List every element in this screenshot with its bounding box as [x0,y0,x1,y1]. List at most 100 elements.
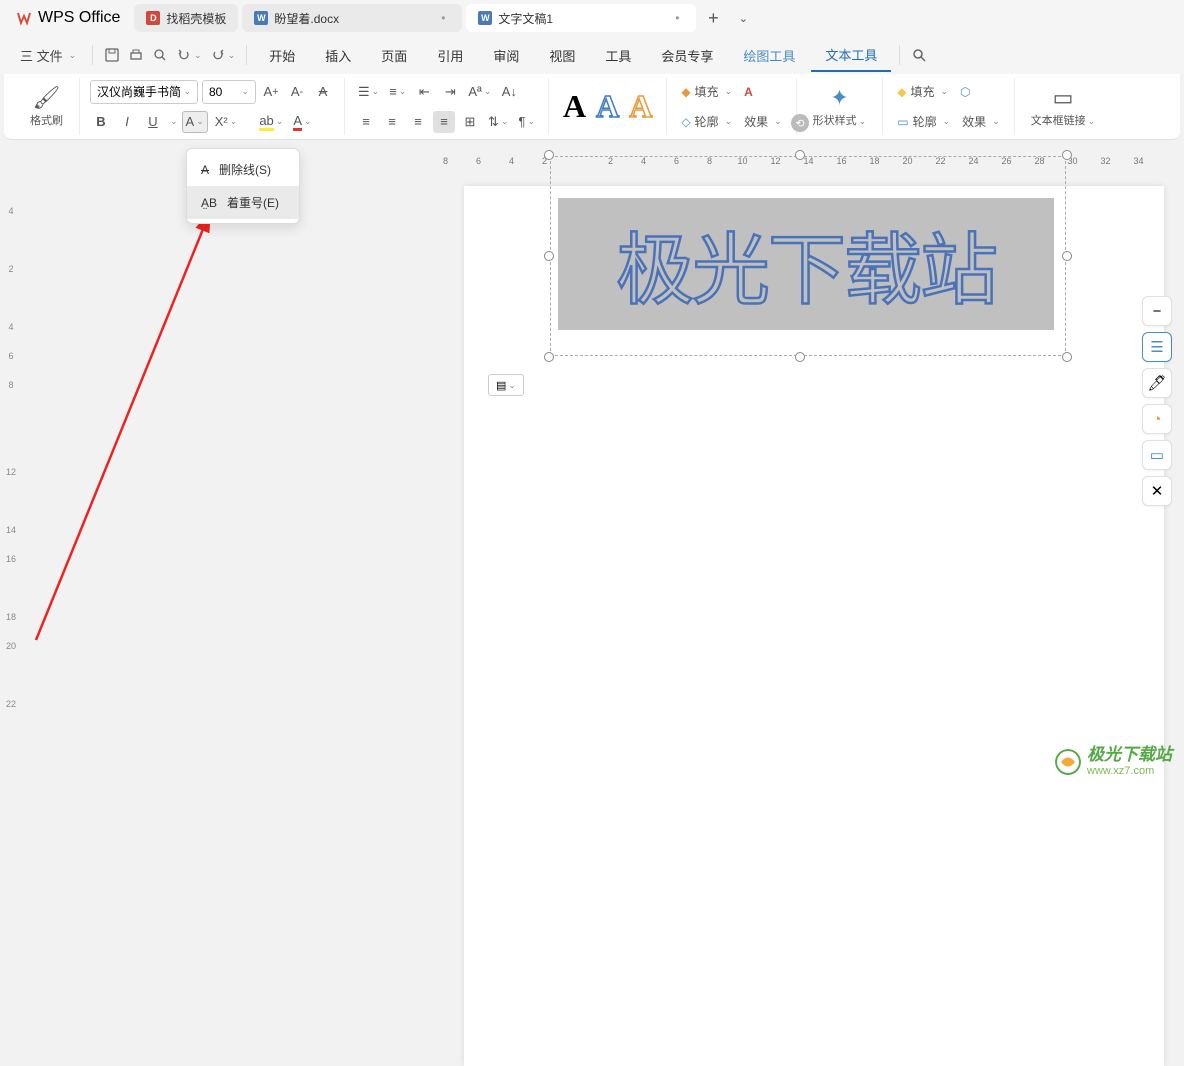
handle-nw[interactable] [544,150,554,160]
highlight-button[interactable]: ab⌄ [256,111,286,133]
handle-w[interactable] [544,251,554,261]
float-collapse-button[interactable]: − [1142,296,1172,326]
align-justify-button[interactable]: ≡ [433,111,455,133]
clear-format-button[interactable]: A [312,81,334,103]
undo-button[interactable]: ⌄ [173,44,205,66]
tab-doc1[interactable]: W 盼望着.docx • [242,4,462,32]
font-name-select[interactable]: 汉仪尚巍手书简⌄ [90,80,198,104]
separator [92,45,93,65]
tab-dirty-icon: • [436,11,450,25]
shape-3d-button[interactable]: ⬡ [956,79,974,105]
handle-e[interactable] [1062,251,1072,261]
dropdown-emphasis[interactable]: A̤B 着重号(E) [187,186,299,219]
more-font-button[interactable]: A⌄ [182,111,208,133]
text-outline-button[interactable]: ◇轮廓⌄ [677,109,736,135]
text-effect-a[interactable]: A [740,79,757,105]
align-left-button[interactable]: ≡ [355,111,377,133]
dropdown-strikethrough[interactable]: A 删除线(S) [187,153,299,186]
wordart-style-3[interactable]: A [625,88,656,125]
handle-n[interactable] [795,150,805,160]
ribbon-tab-page[interactable]: 页面 [367,40,421,71]
float-tools-button[interactable]: ✕ [1142,476,1172,506]
ribbon-tab-tools[interactable]: 工具 [591,40,645,71]
title-bar: WPS Office D 找稻壳模板 W 盼望着.docx • W 文字文稿1 … [0,0,1184,36]
decrease-font-button[interactable]: A- [286,81,308,103]
textbox-link-label: 文本框链接⌄ [1031,112,1096,128]
increase-font-button[interactable]: A+ [260,81,282,103]
paragraph-spacing-button[interactable]: ¶⌄ [515,111,538,133]
font-size-select[interactable]: 80⌄ [202,80,256,104]
paintbrush-icon: 🖌 [33,86,61,110]
align-right-button[interactable]: ≡ [407,111,429,133]
sort-button[interactable]: A↓ [498,81,520,103]
watermark-logo-icon [1055,749,1081,775]
indent-increase-button[interactable]: ⇥ [439,81,461,103]
textbox-content[interactable]: 极光下载站 [558,198,1054,330]
ribbon-tab-texttools[interactable]: 文本工具 [811,39,891,72]
save-button[interactable] [101,44,123,66]
layout-options-button[interactable]: ▤⌄ [488,374,524,396]
handle-s[interactable] [795,352,805,362]
italic-button[interactable]: I [116,111,138,133]
app-logo[interactable]: WPS Office [6,4,130,32]
template-icon: D [146,11,160,25]
group-font: 汉仪尚巍手书简⌄ 80⌄ A+ A- A B I U ⌄ A⌄ X²⌄ ab⌄ … [80,78,345,135]
print-button[interactable] [125,44,147,66]
chevron-down-icon[interactable]: ⌄ [170,116,178,127]
file-menu[interactable]: 三 文件 ⌄ [12,40,84,71]
ribbon-tab-vip[interactable]: 会员专享 [647,40,727,71]
ribbon-tab-insert[interactable]: 插入 [311,40,365,71]
distribute-button[interactable]: ⊞ [459,111,481,133]
ribbon-tab-reference[interactable]: 引用 [423,40,477,71]
shape-effect-button[interactable]: 效果⌄ [958,109,1004,135]
line-spacing-button[interactable]: ⇅⌄ [485,111,511,133]
handle-sw[interactable] [544,352,554,362]
ribbon-tab-view[interactable]: 视图 [535,40,589,71]
group-shape-style: ✦ 形状样式⌄ [797,78,884,135]
bold-button[interactable]: B [90,111,112,133]
shape-style-button[interactable]: ✦ 形状样式⌄ [807,82,873,132]
handle-se[interactable] [1062,352,1072,362]
watermark-title: 极光下载站 [1087,746,1172,765]
menu-bar: 三 文件 ⌄ ⌄ ⌄ 开始 插入 页面 引用 审阅 视图 工具 会员专享 绘图工… [0,36,1184,74]
align-center-button[interactable]: ≡ [381,111,403,133]
font-color-button[interactable]: A⌄ [290,111,314,133]
doc-icon: W [254,11,268,25]
text-fill-button[interactable]: ◆填充⌄ [677,79,736,105]
textbox-link-button[interactable]: ▭ 文本框链接⌄ [1025,82,1102,132]
float-screen-button[interactable]: ▭ [1142,440,1172,470]
wordart-style-1[interactable]: A [559,88,590,125]
indent-decrease-button[interactable]: ⇤ [413,81,435,103]
tab-label: 文字文稿1 [498,10,664,27]
strikethrough-icon: A [201,163,209,177]
number-list-button[interactable]: ≡⌄ [386,81,409,103]
superscript-button[interactable]: X²⌄ [212,111,241,133]
shape-outline-button[interactable]: ▭轮廓⌄ [893,109,954,135]
preview-button[interactable] [149,44,171,66]
text-direction-button[interactable]: Aª⌄ [465,81,494,103]
text-effect-button[interactable]: 效果⌄ [740,109,786,135]
textbox-selection[interactable]: ⟲ 极光下载站 [536,140,1064,372]
redo-button[interactable]: ⌄ [207,44,239,66]
handle-ne[interactable] [1062,150,1072,160]
ribbon-tab-drawing[interactable]: 绘图工具 [729,40,809,71]
ribbon-toolbar: 🖌 格式刷 汉仪尚巍手书简⌄ 80⌄ A+ A- A B I U ⌄ A⌄ X²… [4,74,1180,140]
wps-logo-icon [16,10,32,26]
wordart-text: 极光下载站 [616,208,996,320]
new-tab-button[interactable]: + [700,5,726,31]
search-button[interactable] [908,44,930,66]
format-painter-button[interactable]: 🖌 格式刷 [24,82,69,132]
float-brush-button[interactable]: 🖊 [1142,368,1172,398]
ribbon-tab-start[interactable]: 开始 [255,40,309,71]
tab-doc2[interactable]: W 文字文稿1 • [466,4,696,32]
underline-button[interactable]: U [142,111,164,133]
tab-templates[interactable]: D 找稻壳模板 [134,4,238,32]
bullet-list-button[interactable]: ☰⌄ [355,81,382,103]
float-layout-button[interactable]: ☰ [1142,332,1172,362]
rotate-handle[interactable]: ⟲ [791,114,809,132]
float-shape-button[interactable]: ◔ [1142,404,1172,434]
shape-fill-button[interactable]: ◆填充⌄ [893,79,952,105]
wordart-style-2[interactable]: A [592,88,623,125]
tab-menu-button[interactable]: ⌄ [730,5,756,31]
ribbon-tab-review[interactable]: 审阅 [479,40,533,71]
